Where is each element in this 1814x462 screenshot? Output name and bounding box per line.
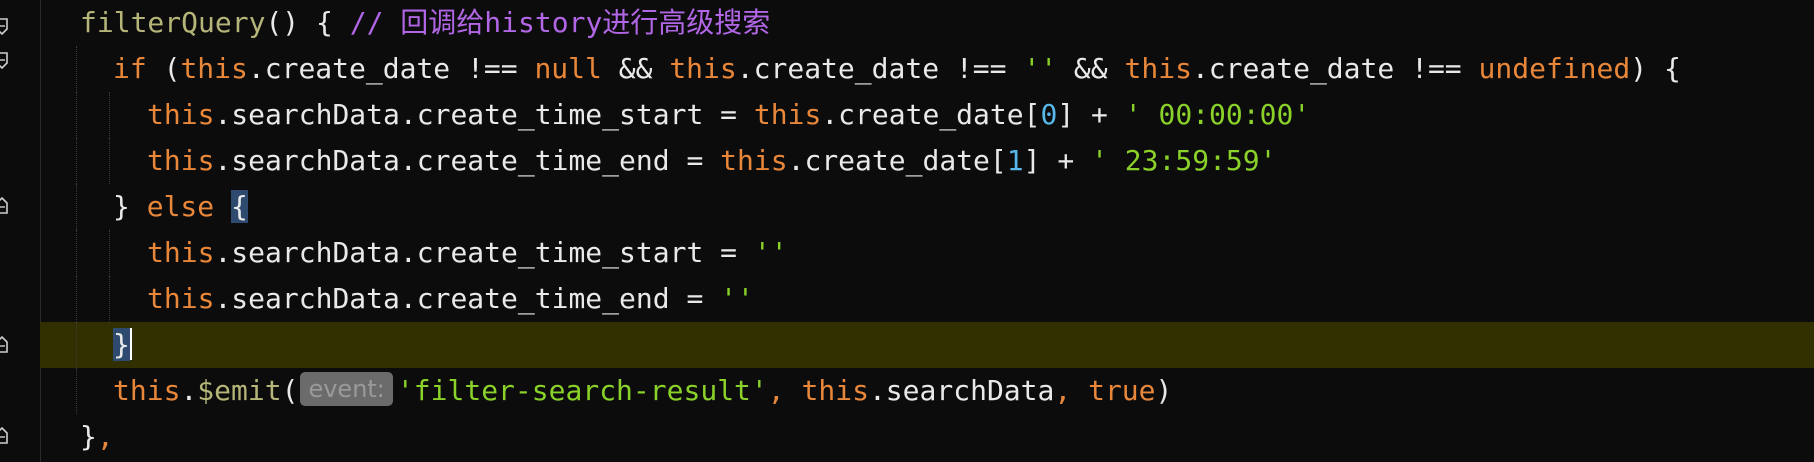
code-token: } (80, 420, 97, 453)
line-code: this.$emit(event:'filter-search-result',… (113, 368, 1172, 414)
indent-guide (109, 138, 111, 184)
code-token: && (601, 52, 670, 85)
indent-guide (109, 230, 111, 276)
code-token: if (113, 52, 147, 85)
code-token: ' 00:00:00' (1124, 98, 1311, 131)
code-token: this (147, 98, 215, 131)
indent-guide (109, 276, 111, 322)
code-token: this (669, 52, 737, 85)
code-token: '' (753, 236, 788, 269)
indent-guide (109, 92, 111, 138)
code-token: // 回调给history进行高级搜索 (349, 6, 771, 39)
code-token: } (113, 190, 147, 223)
fold-open-icon[interactable] (0, 18, 10, 36)
code-token: .searchData.create_time_end = (214, 144, 721, 177)
text-cursor (129, 328, 132, 360)
code-token: 1 (1006, 144, 1024, 177)
code-line[interactable]: this.searchData.create_time_end = '' (40, 276, 1814, 322)
code-token: .create_date !== (736, 52, 1024, 85)
indent-guide (76, 368, 78, 414)
code-token: .searchData.create_time_start = (214, 236, 754, 269)
code-line[interactable]: this.$emit(event:'filter-search-result',… (40, 368, 1814, 414)
line-code: } (113, 322, 132, 368)
current-line[interactable]: } (40, 322, 1814, 368)
fold-close-icon[interactable] (0, 196, 10, 214)
code-token: this (180, 52, 248, 85)
code-line[interactable]: if (this.create_date !== null && this.cr… (40, 46, 1814, 92)
line-code: this.searchData.create_time_end = '' (147, 276, 754, 322)
code-token: , (96, 420, 114, 453)
code-token: ] + (1057, 98, 1125, 131)
editor-gutter (0, 0, 41, 462)
code-line[interactable]: filterQuery() { // 回调给history进行高级搜索 (40, 0, 1814, 46)
code-token: ) (1155, 374, 1173, 407)
code-token: .create_date[ (787, 144, 1007, 177)
code-token: ( (146, 52, 181, 85)
code-token: .searchData.create_time_start = (214, 98, 754, 131)
code-token: ( (281, 374, 299, 407)
code-token: this (147, 282, 215, 315)
code-line[interactable]: }, (40, 414, 1814, 460)
line-code: } else { (113, 184, 248, 230)
parameter-hint: event: (300, 372, 393, 406)
matched-brace: } (113, 328, 130, 361)
line-code: if (this.create_date !== null && this.cr… (113, 46, 1681, 92)
code-token: this (720, 144, 788, 177)
fold-close-icon[interactable] (0, 335, 10, 353)
indent-guide (76, 322, 78, 368)
indent-guide (76, 276, 78, 322)
indent-guide (76, 230, 78, 276)
code-token: '' (720, 282, 754, 315)
code-token: .create_date !== (1191, 52, 1479, 85)
code-token: true (1088, 374, 1156, 407)
code-token: , (767, 374, 802, 407)
code-token: filterQuery (80, 6, 266, 39)
code-token: undefined (1478, 52, 1631, 85)
line-code: filterQuery() { // 回调给history进行高级搜索 (80, 0, 770, 46)
line-code: this.searchData.create_time_end = this.c… (147, 138, 1277, 184)
code-token: this (147, 144, 215, 177)
code-token: ] + (1023, 144, 1092, 177)
code-token: this (801, 374, 869, 407)
code-token: this (1124, 52, 1192, 85)
code-token: .searchData (868, 374, 1055, 407)
matched-brace: { (231, 190, 248, 223)
fold-close-icon[interactable] (0, 426, 10, 444)
code-line[interactable]: this.searchData.create_time_end = this.c… (40, 138, 1814, 184)
code-token: && (1057, 52, 1125, 85)
code-token: . (180, 374, 198, 407)
code-line[interactable]: this.searchData.create_time_start = '' (40, 230, 1814, 276)
line-code: this.searchData.create_time_start = '' (147, 230, 788, 276)
code-line[interactable]: this.searchData.create_time_start = this… (40, 92, 1814, 138)
code-token: else (146, 190, 215, 223)
indent-guide (76, 138, 78, 184)
code-editor[interactable]: filterQuery() { // 回调给history进行高级搜索 if (… (0, 0, 1814, 462)
indent-guide (76, 46, 78, 92)
code-token: $emit (197, 374, 282, 407)
code-token: this (753, 98, 822, 131)
code-token: .create_date !== (247, 52, 535, 85)
code-token: .create_date[ (821, 98, 1041, 131)
indent-guide (76, 184, 78, 230)
code-token: 'filter-search-result' (396, 374, 768, 407)
line-code: }, (80, 414, 114, 460)
code-token: .searchData.create_time_end = (214, 282, 721, 315)
code-token: null (534, 52, 602, 85)
code-token: ' 23:59:59' (1091, 144, 1277, 177)
code-token: ) { (1630, 52, 1681, 85)
code-token: this (147, 236, 215, 269)
indent-guide (76, 92, 78, 138)
code-token: 0 (1040, 98, 1058, 131)
line-code: this.searchData.create_time_start = this… (147, 92, 1310, 138)
code-token: this (113, 374, 181, 407)
code-token: '' (1023, 52, 1058, 85)
code-token: () { (265, 6, 350, 39)
fold-open-icon[interactable] (0, 52, 10, 70)
code-token: , (1054, 374, 1089, 407)
code-line[interactable]: } else { (40, 184, 1814, 230)
